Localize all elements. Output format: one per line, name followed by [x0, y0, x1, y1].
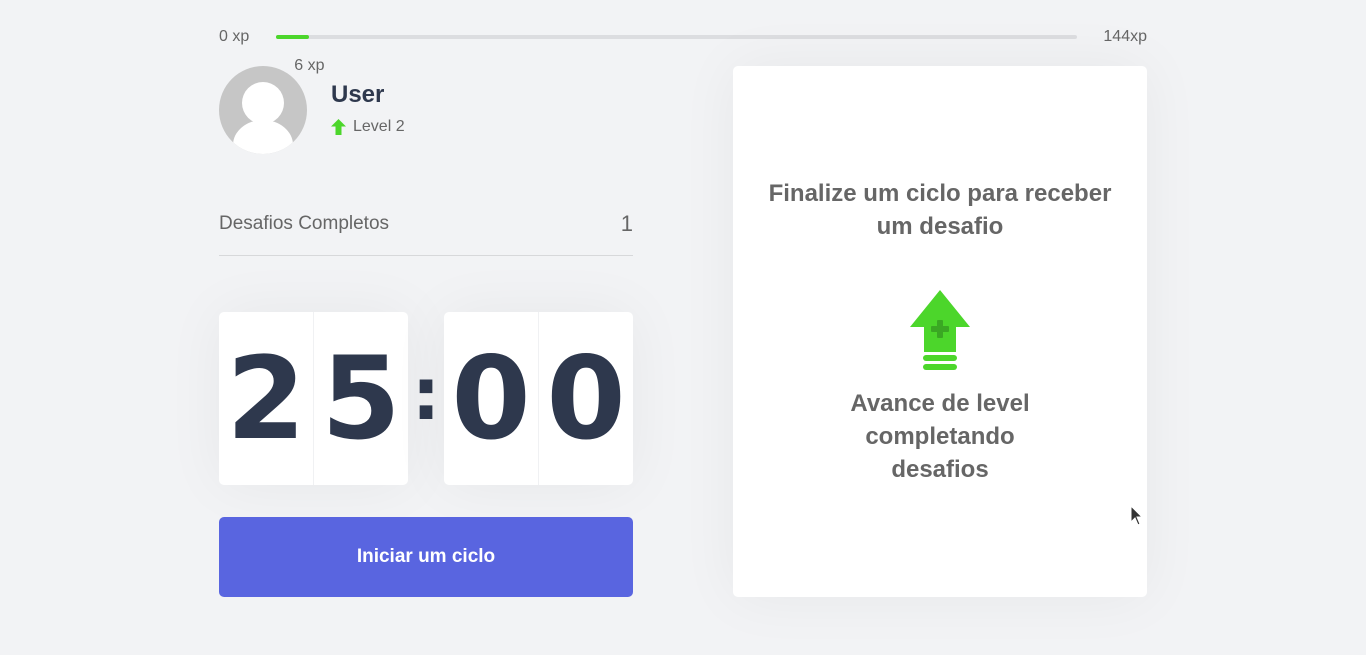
completed-challenges-count: 1 — [620, 211, 633, 236]
minute-digit-right: 5 — [321, 332, 401, 465]
challenge-box: Finalize um ciclo para receber um desafi… — [733, 66, 1147, 597]
countdown-seconds: 0 0 — [444, 312, 633, 485]
second-digit-left: 0 — [444, 312, 539, 485]
countdown-minutes: 2 5 — [219, 312, 408, 485]
second-digit-right: 0 — [546, 332, 626, 465]
xp-track: 6 xp — [276, 35, 1077, 74]
xp-max-label: 144xp — [1103, 28, 1147, 45]
experience-bar: 0 xp 6 xp 144xp — [219, 26, 1147, 74]
xp-progress-fill — [276, 35, 310, 39]
level-up-arrow-icon — [331, 119, 346, 135]
level-up-icon — [910, 290, 970, 370]
challenge-box-title: Finalize um ciclo para receber um desafi… — [768, 180, 1112, 240]
countdown: 2 5 : 0 0 — [219, 312, 633, 485]
countdown-separator: : — [411, 352, 441, 436]
xp-min-label: 0 xp — [219, 28, 250, 45]
user-level-label: Level 2 — [353, 118, 405, 135]
profile: User Level 2 — [219, 66, 633, 154]
start-cycle-button[interactable]: Iniciar um ciclo — [219, 517, 633, 597]
minute-digit-left: 2 — [219, 312, 314, 485]
completed-challenges-label: Desafios Completos — [219, 213, 390, 234]
avatar — [219, 66, 307, 154]
completed-challenges: Desafios Completos 1 — [219, 205, 633, 256]
user-name: User — [331, 81, 385, 108]
user-level: Level 2 — [331, 118, 405, 136]
mouse-cursor-icon — [1130, 505, 1144, 526]
challenge-box-subtitle: Avance de level completando desafios — [850, 390, 1030, 483]
